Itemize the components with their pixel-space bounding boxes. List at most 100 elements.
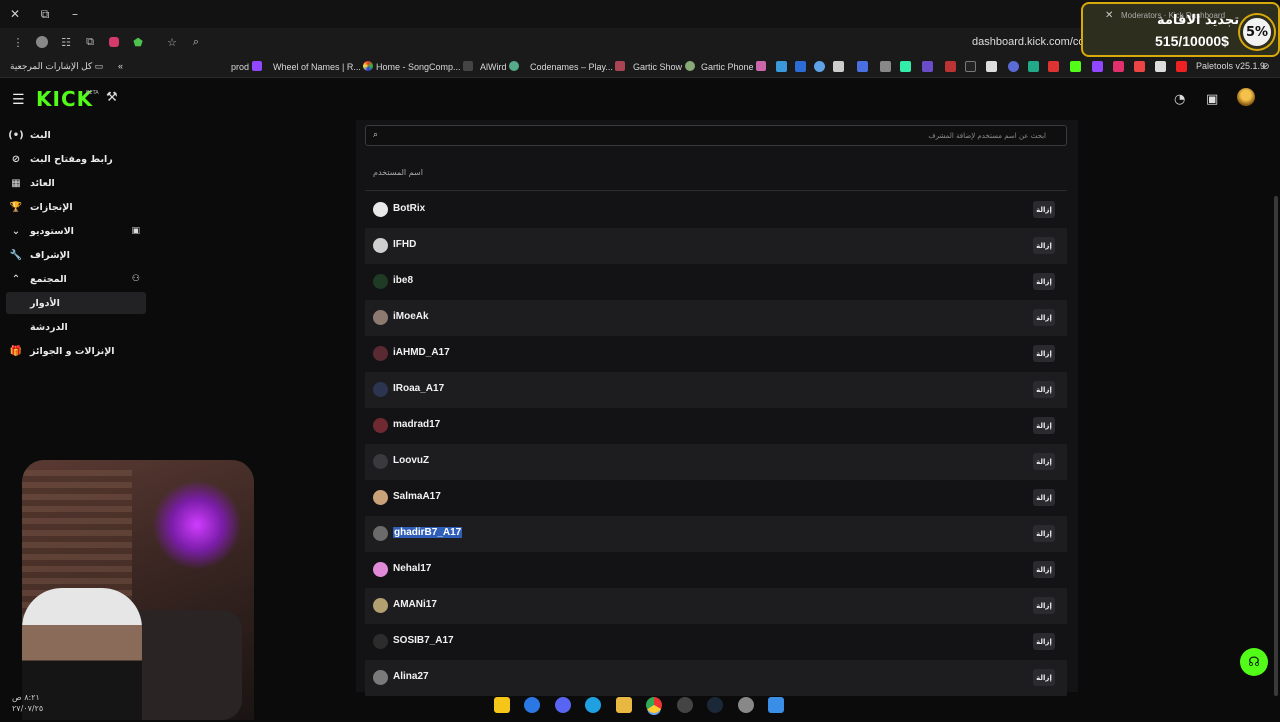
remove-moderator-button[interactable]: إزالة: [1033, 201, 1055, 218]
bookmark-prod[interactable]: prod: [231, 61, 266, 72]
sidebar-item-revenue[interactable]: ▦ العائد: [6, 172, 146, 194]
bookmark-mini-icon[interactable]: [1008, 61, 1019, 72]
bookmark-mini-icon[interactable]: [1134, 61, 1145, 72]
bookmark-mini-icon[interactable]: [986, 61, 997, 72]
avatar[interactable]: [373, 598, 388, 613]
avatar[interactable]: [373, 526, 388, 541]
moderator-username[interactable]: ibe8: [393, 275, 413, 286]
remove-moderator-button[interactable]: إزالة: [1033, 273, 1055, 290]
moderator-username[interactable]: Nehal17: [393, 563, 431, 574]
avatar[interactable]: [373, 562, 388, 577]
search-input[interactable]: [386, 128, 1046, 144]
discord-app-icon[interactable]: [554, 697, 571, 713]
sidebar-item-studio[interactable]: ⌄ الاستوديو ▣: [6, 220, 146, 242]
settings-app-icon[interactable]: [737, 697, 754, 713]
remove-moderator-button[interactable]: إزالة: [1033, 381, 1055, 398]
sidebar-item-stream-key[interactable]: ⊘ رابط ومفتاح البث: [6, 148, 146, 170]
remove-moderator-button[interactable]: إزالة: [1033, 345, 1055, 362]
moderator-username[interactable]: SOSIB7_A17: [393, 635, 454, 646]
support-chat-button[interactable]: ☊: [1240, 648, 1268, 676]
moderator-username[interactable]: BotRix: [393, 203, 425, 214]
avatar[interactable]: [373, 490, 388, 505]
avatar[interactable]: [373, 310, 388, 325]
bookmark-alwird[interactable]: AlWird: [480, 61, 523, 72]
close-window-button[interactable]: ✕: [0, 0, 30, 28]
bookmark-mini-icon[interactable]: [880, 61, 891, 72]
avatar[interactable]: [373, 418, 388, 433]
moderator-username[interactable]: madrad17: [393, 419, 440, 430]
app-icon[interactable]: [676, 697, 693, 713]
kick-logo[interactable]: KICK: [36, 87, 93, 111]
moderator-username[interactable]: IRoaa_A17: [393, 383, 444, 394]
remove-moderator-button[interactable]: إزالة: [1033, 453, 1055, 470]
moderator-username[interactable]: AMANi17: [393, 599, 437, 610]
close-icon[interactable]: ✕: [1105, 10, 1113, 21]
remove-moderator-button[interactable]: إزالة: [1033, 489, 1055, 506]
file-explorer-icon[interactable]: [615, 697, 632, 713]
twitch-bookmark-icon[interactable]: [1092, 61, 1103, 72]
bookmark-codenames[interactable]: Codenames – Play...: [530, 61, 629, 72]
minimize-window-button[interactable]: –: [60, 0, 90, 28]
sidebar-item-moderation[interactable]: 🔧 الإشراف: [6, 244, 146, 266]
avatar[interactable]: [373, 454, 388, 469]
bookmark-star-icon[interactable]: ☆: [160, 30, 184, 54]
avatar[interactable]: [373, 670, 388, 685]
edge-app-icon[interactable]: [585, 697, 602, 713]
rockstar-app-icon[interactable]: [494, 697, 510, 713]
bookmark-mini-icon[interactable]: [900, 61, 911, 72]
sidebar-item-chat[interactable]: الدردشة: [6, 316, 146, 338]
avatar[interactable]: [373, 346, 388, 361]
remove-moderator-button[interactable]: إزالة: [1033, 237, 1055, 254]
moderator-username[interactable]: Alina27: [393, 671, 429, 682]
x-bookmark-icon[interactable]: [1155, 61, 1166, 72]
remove-moderator-button[interactable]: إزالة: [1033, 633, 1055, 650]
bookmark-wheel-of-names[interactable]: Wheel of Names | R...: [273, 61, 377, 72]
avatar[interactable]: [373, 238, 388, 253]
bookmark-overflow-icon[interactable]: ⊘: [1262, 61, 1270, 72]
bookmark-mini-icon[interactable]: [814, 61, 825, 72]
extension-red-icon[interactable]: [102, 30, 126, 54]
chrome-app-icon[interactable]: [646, 697, 663, 713]
bookmark-mini-icon[interactable]: [795, 61, 806, 72]
extensions-icon[interactable]: ⧉: [78, 30, 102, 54]
moderator-username[interactable]: ghadirB7_A17: [393, 527, 463, 538]
bookmarks-chevron-icon[interactable]: «: [118, 61, 123, 71]
app-icon[interactable]: [524, 697, 541, 713]
moderator-username[interactable]: LoovuZ: [393, 455, 429, 466]
steam-app-icon[interactable]: [707, 697, 724, 713]
remove-moderator-button[interactable]: إزالة: [1033, 669, 1055, 686]
bookmark-mini-icon[interactable]: [922, 61, 933, 72]
moderator-username[interactable]: iMoeAk: [393, 311, 429, 322]
kick-bookmark-icon[interactable]: [1070, 61, 1081, 72]
bookmark-mini-icon[interactable]: [945, 61, 956, 72]
remove-moderator-button[interactable]: إزالة: [1033, 525, 1055, 542]
settings-sliders-icon[interactable]: ☷: [54, 30, 78, 54]
remove-moderator-button[interactable]: إزالة: [1033, 309, 1055, 326]
moderator-username[interactable]: iAHMD_A17: [393, 347, 450, 358]
avatar[interactable]: [373, 274, 388, 289]
instagram-bookmark-icon[interactable]: [1113, 61, 1124, 72]
avatar[interactable]: [373, 382, 388, 397]
all-bookmarks-folder[interactable]: كل الإشارات المرجعية ▭: [10, 61, 103, 72]
remove-moderator-button[interactable]: إزالة: [1033, 597, 1055, 614]
bookmark-mini-icon[interactable]: [1048, 61, 1059, 72]
gift-icon[interactable]: ▣: [1206, 92, 1218, 107]
bookmark-mini-icon[interactable]: [965, 61, 976, 72]
sidebar-item-drops[interactable]: 🎁 الإنزالات و الجوائز: [6, 340, 146, 362]
bookmark-mini-icon[interactable]: [776, 61, 787, 72]
remove-moderator-button[interactable]: إزالة: [1033, 417, 1055, 434]
pin-icon[interactable]: ⚒: [106, 90, 118, 105]
bookmark-songcomp[interactable]: Home - SongComp...: [376, 61, 477, 72]
bookmark-paletools[interactable]: Paletools v25.1.9: [1196, 61, 1265, 71]
moderator-username[interactable]: SalmaA17: [393, 491, 441, 502]
notifications-icon[interactable]: ◔: [1174, 92, 1185, 107]
menu-icon[interactable]: ⋮: [6, 30, 30, 54]
hamburger-menu-icon[interactable]: ☰: [12, 92, 25, 108]
windows-start-icon[interactable]: [767, 697, 784, 713]
remove-moderator-button[interactable]: إزالة: [1033, 561, 1055, 578]
sidebar-item-stream[interactable]: (•) البث: [6, 124, 146, 146]
user-avatar[interactable]: [1237, 88, 1255, 106]
bookmark-gartic-phone[interactable]: Gartic Phone: [701, 61, 770, 72]
avatar[interactable]: [373, 202, 388, 217]
sidebar-item-roles[interactable]: الأدوار: [6, 292, 146, 314]
